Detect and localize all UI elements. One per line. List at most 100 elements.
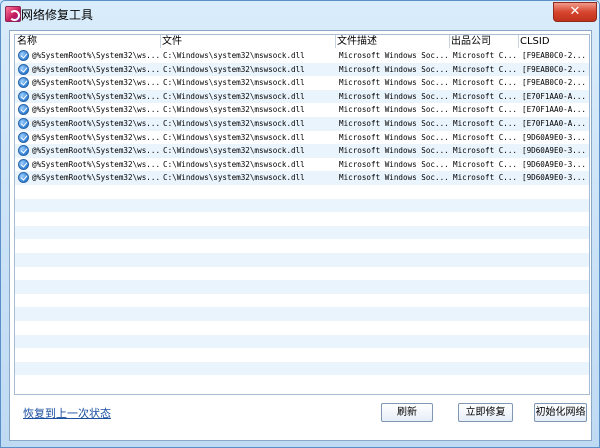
empty-row	[15, 185, 589, 199]
empty-row	[15, 198, 589, 213]
table-cell: [9D60A9E0-3...	[522, 159, 587, 169]
table-cell: @%SystemRoot%\System32\ws...	[32, 105, 160, 115]
empty-row	[15, 266, 589, 281]
check-icon	[18, 118, 29, 129]
init-network-button[interactable]: 初始化网络	[534, 403, 587, 422]
table-cell: [E70F1AA0-A...	[522, 91, 587, 101]
check-icon	[18, 158, 29, 170]
table-cell: C:\Windows\system32\mswsock.dll	[163, 105, 305, 115]
table-cell: @%SystemRoot%\System32\ws...	[32, 173, 160, 183]
table-cell: [E70F1AA0-A...	[522, 105, 587, 115]
window-title: 网络修复工具	[21, 8, 94, 22]
column-header-name[interactable]: 名称	[17, 35, 37, 48]
empty-row	[15, 293, 589, 308]
table-row[interactable]: @%SystemRoot%\System32\ws... C:\Windows\s…	[15, 89, 589, 104]
table-row[interactable]: @%SystemRoot%\System32\ws... C:\Windows\s…	[15, 117, 589, 131]
table-cell: Microsoft C...	[453, 91, 518, 101]
refresh-button[interactable]: 刷新	[381, 403, 433, 422]
empty-row	[15, 321, 589, 335]
check-icon	[18, 145, 29, 157]
empty-row	[15, 280, 589, 294]
empty-row	[15, 225, 589, 240]
empty-row	[15, 239, 589, 253]
check-icon	[18, 131, 29, 143]
check-icon	[18, 50, 29, 61]
table-cell: Microsoft Windows Soc...	[339, 119, 447, 128]
table-cell: [F9EAB0C0-2...	[522, 78, 587, 88]
table-row[interactable]: @%SystemRoot%\System32\ws... C:\Windows\s…	[15, 103, 589, 117]
table-row[interactable]: @%SystemRoot%\System32\ws... C:\Windows\s…	[15, 76, 589, 90]
empty-row	[15, 375, 589, 389]
check-icon	[18, 104, 29, 116]
table-cell: [9D60A9E0-3...	[522, 132, 587, 142]
table-cell: [9D60A9E0-3...	[522, 173, 587, 183]
table-cell: Microsoft Windows Soc...	[339, 78, 447, 88]
column-divider[interactable]	[160, 35, 161, 48]
empty-row	[15, 361, 589, 376]
table-cell: Microsoft C...	[453, 78, 518, 88]
table-cell: Microsoft C...	[453, 119, 518, 128]
empty-row	[15, 253, 589, 267]
column-header-file[interactable]: 文件	[162, 35, 182, 48]
table-cell: Microsoft C...	[453, 105, 518, 115]
table-cell: C:\Windows\system32\mswsock.dll	[163, 64, 305, 74]
repair-now-button[interactable]: 立即修复	[458, 403, 513, 422]
table-row[interactable]: @%SystemRoot%\System32\ws... C:\Windows\s…	[15, 62, 589, 77]
table-cell: Microsoft C...	[453, 64, 518, 74]
table-cell: C:\Windows\system32\mswsock.dll	[163, 146, 305, 156]
list-header: 名称 文件 文件描述 出品公司 CLSID	[15, 35, 589, 48]
empty-row	[15, 307, 589, 321]
table-cell: @%SystemRoot%\System32\ws...	[32, 91, 160, 101]
table-cell: Microsoft Windows Soc...	[339, 105, 447, 115]
table-cell: Microsoft Windows Soc...	[339, 173, 447, 183]
table-row[interactable]: @%SystemRoot%\System32\ws... C:\Windows\s…	[15, 130, 589, 145]
app-logo-icon	[5, 6, 21, 22]
table-cell: C:\Windows\system32\mswsock.dll	[163, 173, 305, 183]
table-cell: Microsoft Windows Soc...	[339, 91, 447, 101]
table-cell: C:\Windows\system32\mswsock.dll	[163, 78, 305, 88]
table-cell: @%SystemRoot%\System32\ws...	[32, 78, 160, 88]
table-cell: C:\Windows\system32\mswsock.dll	[163, 51, 305, 60]
column-header-company[interactable]: 出品公司	[451, 35, 491, 48]
column-header-clsid[interactable]: CLSID	[520, 35, 550, 48]
table-cell: Microsoft C...	[453, 146, 518, 156]
column-divider[interactable]	[518, 35, 519, 48]
empty-row	[15, 348, 589, 362]
table-cell: C:\Windows\system32\mswsock.dll	[163, 119, 305, 128]
table-row[interactable]: @%SystemRoot%\System32\ws... C:\Windows\s…	[15, 157, 589, 172]
content-panel: 名称 文件 文件描述 出品公司 CLSID @%SystemRoot%\Syst…	[9, 30, 592, 441]
table-cell: Microsoft C...	[453, 132, 518, 142]
table-cell: Microsoft Windows Soc...	[339, 64, 447, 74]
table-cell: [9D60A9E0-3...	[522, 146, 587, 156]
check-icon	[18, 172, 29, 184]
check-icon	[18, 90, 29, 102]
table-cell: @%SystemRoot%\System32\ws...	[32, 119, 160, 128]
table-cell: Microsoft C...	[453, 159, 518, 169]
table-row[interactable]: @%SystemRoot%\System32\ws... C:\Windows\s…	[15, 171, 589, 185]
table-cell: C:\Windows\system32\mswsock.dll	[163, 91, 305, 101]
column-header-description[interactable]: 文件描述	[337, 35, 377, 48]
table-cell: [F9EAB0C0-2...	[522, 64, 587, 74]
table-row[interactable]: @%SystemRoot%\System32\ws... C:\Windows\s…	[15, 144, 589, 158]
table-cell: Microsoft Windows Soc...	[339, 146, 447, 156]
restore-previous-link[interactable]: 恢复到上一次状态	[23, 405, 111, 421]
empty-row	[15, 212, 589, 226]
table-cell: [E70F1AA0-A...	[522, 119, 587, 128]
title-bar[interactable]: 网络修复工具 ✕	[1, 1, 599, 25]
table-cell: C:\Windows\system32\mswsock.dll	[163, 132, 305, 142]
table-cell: Microsoft C...	[453, 173, 518, 183]
table-cell: @%SystemRoot%\System32\ws...	[32, 146, 160, 156]
close-button[interactable]: ✕	[553, 2, 597, 22]
table-cell: C:\Windows\system32\mswsock.dll	[163, 159, 305, 169]
table-cell: Microsoft Windows Soc...	[339, 132, 447, 142]
table-cell: @%SystemRoot%\System32\ws...	[32, 159, 160, 169]
check-icon	[18, 77, 29, 89]
lsp-list[interactable]: 名称 文件 文件描述 出品公司 CLSID @%SystemRoot%\Syst…	[14, 34, 590, 395]
column-divider[interactable]	[335, 35, 336, 48]
table-row[interactable]: @%SystemRoot%\System32\ws... C:\Windows\s…	[15, 49, 589, 63]
column-divider[interactable]	[449, 35, 450, 48]
table-cell: @%SystemRoot%\System32\ws...	[32, 132, 160, 142]
app-window: 网络修复工具 ✕ 名称 文件 文件描述 出品公司 CLSID @%SystemR…	[0, 0, 600, 448]
table-cell: @%SystemRoot%\System32\ws...	[32, 51, 160, 60]
table-cell: Microsoft C...	[453, 51, 518, 60]
